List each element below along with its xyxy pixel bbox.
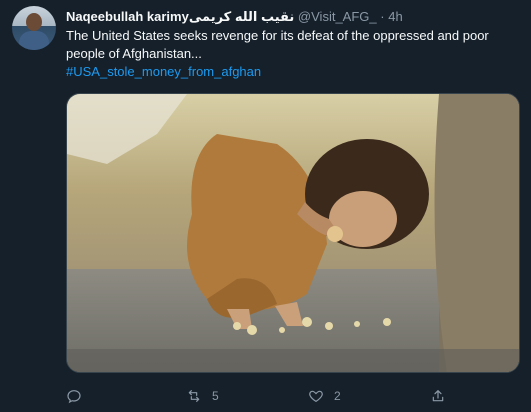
reply-icon — [67, 390, 81, 404]
hashtag-link[interactable]: #USA_stole_money_from_afghan — [66, 63, 516, 81]
like-count: 2 — [334, 389, 341, 403]
like-button[interactable]: 2 — [308, 386, 341, 406]
photo-child-eating — [67, 94, 519, 372]
tweet-actions: 5 2 — [66, 386, 516, 406]
retweet-button[interactable]: 5 — [186, 386, 219, 406]
avatar-head — [26, 13, 42, 31]
share-icon — [432, 390, 444, 402]
tweet-time[interactable]: 4h — [388, 9, 402, 24]
tweet-text: The United States seeks revenge for its … — [66, 27, 516, 81]
tweet-image[interactable] — [66, 93, 520, 373]
tweet-text-line-1: The United States seeks revenge for its … — [66, 28, 489, 43]
retweet-count: 5 — [212, 389, 219, 403]
author-name[interactable]: Naqeebullah karimyنقیب الله کریمی — [66, 9, 294, 24]
share-button[interactable] — [430, 386, 456, 406]
avatar[interactable] — [12, 6, 56, 50]
reply-button[interactable] — [66, 386, 92, 406]
tweet-header: Naqeebullah karimyنقیب الله کریمی @Visit… — [66, 8, 403, 26]
author-handle[interactable]: @Visit_AFG_ — [298, 9, 377, 24]
tweet[interactable]: Naqeebullah karimyنقیب الله کریمی @Visit… — [0, 0, 531, 412]
tweet-text-line-2: people of Afghanistan... — [66, 46, 202, 61]
retweet-icon — [188, 390, 200, 402]
separator-dot: · — [380, 9, 385, 24]
avatar-body — [19, 31, 49, 50]
like-icon — [309, 390, 323, 403]
